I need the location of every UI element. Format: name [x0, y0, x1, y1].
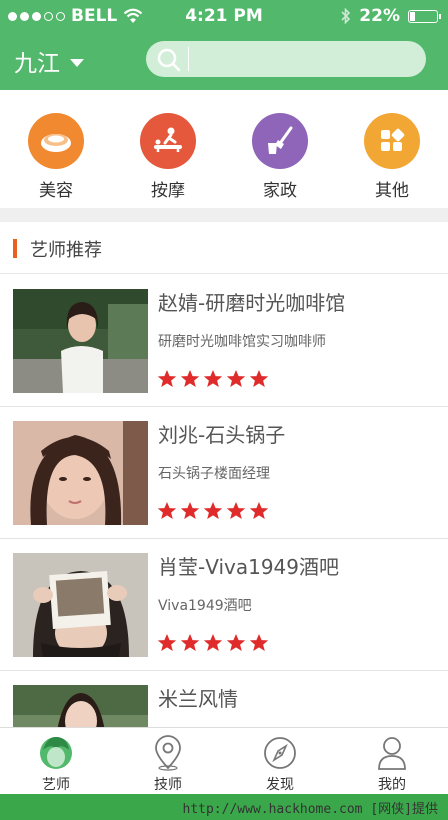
list-item[interactable]: 米兰风情: [0, 671, 448, 727]
star-icon: [157, 502, 177, 519]
artist-subtitle: 研磨时光咖啡馆实习咖啡师: [158, 334, 326, 350]
location-pin-icon: [155, 735, 181, 771]
category-beauty[interactable]: 美容: [0, 90, 112, 208]
tab-bar: 艺师 技师 发现 我的: [0, 727, 448, 794]
star-icon: [180, 502, 200, 519]
artist-photo: [13, 553, 148, 657]
watermark-text: http://www.hackhome.com [网侠]提供: [182, 802, 439, 817]
tab-label: 艺师: [42, 777, 70, 793]
status-right: 22%: [341, 6, 441, 26]
search-input[interactable]: [196, 45, 420, 75]
artist-photo: [13, 289, 148, 393]
star-icon: [180, 634, 200, 651]
artist-title: 刘兆-石头锅子: [158, 423, 286, 447]
tab-label: 技师: [154, 777, 182, 793]
search-icon: [157, 48, 181, 72]
tab-technician[interactable]: 技师: [112, 728, 224, 794]
rating-stars: [157, 501, 269, 520]
star-icon: [226, 502, 246, 519]
battery-percent: 22%: [359, 6, 400, 26]
massage-icon: [140, 113, 196, 169]
star-icon: [226, 370, 246, 387]
category-label: 家政: [263, 181, 297, 201]
category-label: 其他: [375, 181, 409, 201]
tab-label: 我的: [378, 777, 406, 793]
tab-discover[interactable]: 发现: [224, 728, 336, 794]
star-icon: [249, 502, 269, 519]
artist-photo: [13, 685, 148, 727]
artist-title: 肖莹-Viva1949酒吧: [158, 555, 340, 579]
star-icon: [203, 502, 223, 519]
watermark-bar: http://www.hackhome.com [网侠]提供: [0, 794, 448, 820]
housekeeping-icon: [252, 113, 308, 169]
chevron-down-icon: [70, 58, 84, 67]
battery-icon: [408, 9, 441, 23]
section-header: 艺师推荐: [0, 222, 448, 274]
category-row: 美容 按摩 家政 其他: [0, 90, 448, 208]
status-bar: BELL 4:21 PM 22%: [0, 0, 448, 32]
list-item[interactable]: 刘兆-石头锅子 石头锅子楼面经理: [0, 407, 448, 539]
nav-bar: 九江: [0, 32, 448, 90]
artist-list: 赵婧-研磨时光咖啡馆 研磨时光咖啡馆实习咖啡师 刘兆-石头锅子 石头锅子楼面经理: [0, 275, 448, 727]
tab-mine[interactable]: 我的: [336, 728, 448, 794]
star-icon: [203, 634, 223, 651]
category-label: 按摩: [151, 181, 185, 201]
category-housekeeping[interactable]: 家政: [224, 90, 336, 208]
artist-subtitle: 石头锅子楼面经理: [158, 466, 270, 482]
star-icon: [203, 370, 223, 387]
star-icon: [157, 634, 177, 651]
artist-subtitle: Viva1949酒吧: [158, 598, 252, 614]
other-icon: [364, 113, 420, 169]
rating-stars: [157, 369, 269, 388]
rating-stars: [157, 633, 269, 652]
list-item[interactable]: 肖莹-Viva1949酒吧 Viva1949酒吧: [0, 539, 448, 671]
artist-title: 赵婧-研磨时光咖啡馆: [158, 291, 346, 315]
section-title: 艺师推荐: [30, 240, 102, 261]
user-icon: [378, 737, 406, 770]
category-label: 美容: [39, 181, 73, 201]
section-gap: [0, 208, 448, 222]
city-name: 九江: [14, 51, 60, 77]
bluetooth-icon: [341, 8, 351, 24]
search-bar[interactable]: [146, 41, 426, 77]
star-icon: [249, 634, 269, 651]
tab-label: 发现: [266, 777, 294, 793]
section-accent-bar: [13, 239, 17, 258]
tab-artist[interactable]: 艺师: [0, 728, 112, 794]
city-selector[interactable]: 九江: [14, 44, 84, 78]
artist-photo: [13, 421, 148, 525]
star-icon: [226, 634, 246, 651]
star-icon: [157, 370, 177, 387]
search-divider: [188, 47, 189, 71]
list-item[interactable]: 赵婧-研磨时光咖啡馆 研磨时光咖啡馆实习咖啡师: [0, 275, 448, 407]
artist-title: 米兰风情: [158, 687, 238, 711]
category-massage[interactable]: 按摩: [112, 90, 224, 208]
compass-icon: [264, 737, 296, 769]
category-other[interactable]: 其他: [336, 90, 448, 208]
star-icon: [249, 370, 269, 387]
star-icon: [180, 370, 200, 387]
beauty-icon: [28, 113, 84, 169]
artist-icon: [40, 737, 72, 769]
